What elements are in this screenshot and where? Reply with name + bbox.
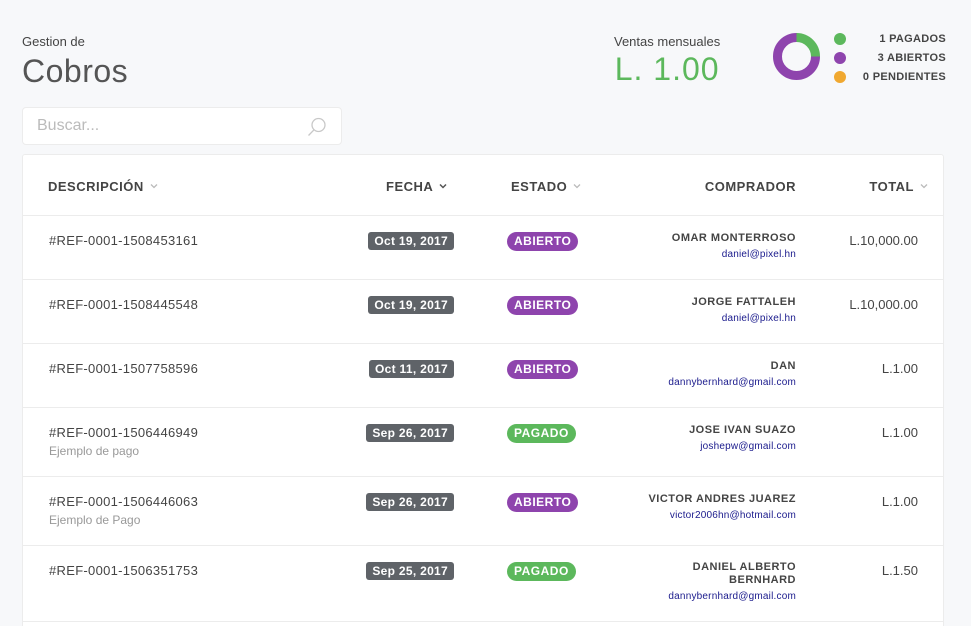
buyer-email[interactable]: dannybernhard@gmail.com [668,377,796,388]
chevron-down-icon [150,183,158,188]
buyer-name: JORGE FATTALEH [691,296,796,308]
purple-dot-icon [834,51,846,64]
charge-description: Ejemplo de pago [49,444,140,458]
status-badge: ABIERTO [507,360,579,379]
charge-reference: #REF-0001-1506351753 [49,563,199,578]
buyer-email[interactable]: victor2006hn@hotmail.com [648,510,796,521]
monthly-sales: Ventas mensuales L. 1.00 [614,34,720,88]
green-dot-icon [834,32,846,45]
page-subtitle: Gestion de [22,34,85,49]
table-row[interactable]: #REF-0001-1508453161 Oct 19, 2017 ABIERT… [23,216,943,280]
status-badge: ABIERTO [507,493,579,512]
status-badge: PAGADO [507,424,576,443]
charge-reference: #REF-0001-1508453161 [49,233,199,248]
status-badge: PAGADO [507,562,576,581]
column-header-status[interactable]: ESTADO [511,179,581,194]
date-badge: Oct 11, 2017 [369,360,454,378]
charge-reference: #REF-0001-1508445548 [49,297,199,312]
legend-item-pagados: 1 PAGADOS [834,29,946,48]
chevron-down-icon [439,183,447,189]
buyer-name: OMAR MONTERROSO [671,232,796,244]
buyer-email[interactable]: joshepw@gmail.com [689,441,796,452]
legend-label: 3 ABIERTOS [877,51,946,64]
status-donut-chart [771,31,822,82]
status-legend: 1 PAGADOS 3 ABIERTOS 0 PENDIENTES [834,29,946,86]
column-header-description[interactable]: DESCRIPCIÓN [48,179,158,194]
column-header-total[interactable]: TOTAL [869,179,928,194]
charge-total: L.1.50 [881,563,918,578]
charge-total: L.1.00 [881,425,918,440]
buyer-name: DAN [770,360,796,372]
buyer-name: JOSE IVAN SUAZO [689,424,796,436]
buyer-email[interactable]: dannybernhard@gmail.com [646,591,796,602]
buyer-info: JOSE IVAN SUAZO joshepw@gmail.com [689,424,796,452]
monthly-sales-value: L. 1.00 [614,51,720,87]
legend-item-abiertos: 3 ABIERTOS [834,48,946,67]
date-badge: Oct 19, 2017 [368,296,454,314]
table-row[interactable]: #REF-0001-1507758596 Oct 11, 2017 ABIERT… [23,344,943,408]
legend-item-pendientes: 0 PENDIENTES [834,67,946,86]
column-header-label: DESCRIPCIÓN [48,179,144,194]
orange-dot-icon [834,70,846,83]
page-title: Cobros [22,53,129,89]
buyer-info: DANIEL ALBERTO BERNHARD dannybernhard@gm… [646,561,796,602]
charge-total: L.10,000.00 [849,233,918,248]
charge-reference: #REF-0001-1506446063 [49,494,199,509]
chevron-down-icon [573,183,581,188]
buyer-info: VICTOR ANDRES JUAREZ victor2006hn@hotmai… [648,493,796,521]
date-badge: Sep 25, 2017 [366,562,454,580]
date-badge: Sep 26, 2017 [366,493,454,511]
charges-table: DESCRIPCIÓN FECHA ESTADO COMPRADOR TOTAL… [22,154,944,626]
column-header-label: FECHA [386,179,434,194]
charge-total: L.10,000.00 [849,297,918,312]
charge-description: Ejemplo de Pago [49,513,141,527]
charge-total: L.1.00 [881,494,918,509]
charge-total: L.1.00 [881,361,918,376]
buyer-info: JORGE FATTALEH daniel@pixel.hn [692,296,796,324]
buyer-name: DANIEL ALBERTO BERNHARD [692,561,796,586]
table-header: DESCRIPCIÓN FECHA ESTADO COMPRADOR TOTAL [23,155,943,216]
buyer-info: DAN dannybernhard@gmail.com [668,360,796,388]
column-header-buyer: COMPRADOR [705,179,796,194]
charge-reference: #REF-0001-1507758596 [49,361,199,376]
table-row[interactable]: #REF-0001-1508445548 Oct 19, 2017 ABIERT… [23,280,943,344]
table-row[interactable]: #REF-0001-1506446949 Ejemplo de pago Sep… [23,408,943,477]
legend-label: 0 PENDIENTES [862,70,946,83]
column-header-label: COMPRADOR [704,179,796,194]
column-header-label: TOTAL [869,179,914,194]
table-row[interactable]: #REF-0001-1506446063 Ejemplo de Pago Sep… [23,477,943,546]
date-badge: Sep 26, 2017 [366,424,454,442]
buyer-name: VICTOR ANDRES JUAREZ [648,493,796,505]
buyer-info: OMAR MONTERROSO daniel@pixel.hn [672,232,796,260]
search-icon[interactable] [307,117,327,137]
buyer-email[interactable]: daniel@pixel.hn [692,313,796,324]
buyer-email[interactable]: daniel@pixel.hn [672,249,796,260]
legend-label: 1 PAGADOS [879,32,946,45]
search-input[interactable] [23,108,341,144]
table-row[interactable]: #REF-0001-1506351753 Sep 25, 2017 PAGADO… [23,546,943,622]
column-header-label: ESTADO [511,179,568,194]
chevron-down-icon [920,183,928,188]
monthly-sales-label: Ventas mensuales [614,34,721,49]
status-badge: ABIERTO [507,296,579,315]
page-header: Gestion de Cobros [22,34,128,90]
date-badge: Oct 19, 2017 [368,232,454,250]
column-header-date[interactable]: FECHA [386,179,447,194]
donut-segment-0 [796,33,820,57]
status-badge: ABIERTO [507,232,579,251]
charge-reference: #REF-0001-1506446949 [49,425,199,440]
search-box [22,107,342,145]
